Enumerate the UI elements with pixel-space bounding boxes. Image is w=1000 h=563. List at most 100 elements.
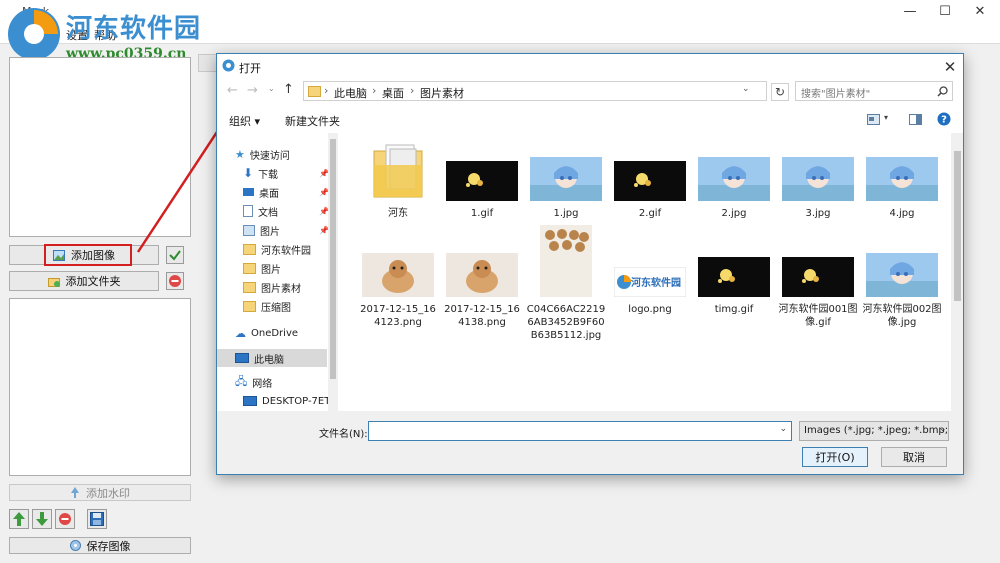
nav-item-pictures-folder[interactable]: 图片 <box>243 259 281 277</box>
add-folder-label: 添加文件夹 <box>65 275 121 288</box>
watermark-list-panel[interactable] <box>9 298 191 476</box>
open-button[interactable]: 打开(O) <box>802 447 868 467</box>
nav-this-pc[interactable]: 此电脑 <box>217 349 327 367</box>
toolbar-tool-button[interactable] <box>198 54 218 72</box>
nav-item-image-material[interactable]: 图片素材 <box>243 278 301 296</box>
file-name-label: 2017-12-15_164138.png <box>444 304 520 328</box>
new-folder-button[interactable]: 新建文件夹 <box>285 113 340 129</box>
file-name-label: 河东 <box>388 208 408 219</box>
move-up-button[interactable] <box>9 509 29 529</box>
address-dropdown-icon[interactable]: ⌄ <box>742 84 750 94</box>
file-tile[interactable]: timg.gif <box>694 227 774 316</box>
image-thumbnail <box>526 139 606 201</box>
pictures-icon <box>243 224 255 236</box>
minus-circle-icon <box>169 275 181 287</box>
nav-item-pictures[interactable]: 图片 📌 <box>243 221 329 239</box>
save-image-button[interactable]: 保存图像 <box>9 537 191 554</box>
breadcrumb-sep-icon: › <box>410 84 415 97</box>
organize-menu[interactable]: 组织 ▾ <box>229 113 260 129</box>
cloud-icon: ☁ <box>235 326 246 340</box>
search-input[interactable]: 搜索"图片素材" <box>795 81 953 101</box>
arrow-up-icon <box>13 512 25 526</box>
file-tile[interactable]: 2.jpg <box>694 139 774 220</box>
computer-icon <box>243 396 257 406</box>
search-placeholder: 搜索"图片素材" <box>801 89 871 100</box>
image-thumbnail <box>442 139 522 201</box>
file-tile[interactable]: 河东软件园 logo.png <box>610 227 690 316</box>
image-thumbnail <box>862 227 942 297</box>
file-name-label: 4.jpg <box>889 208 915 219</box>
file-tile[interactable]: 1.gif <box>442 139 522 220</box>
close-button[interactable]: ✕ <box>965 2 995 22</box>
annotation-highlight-box <box>44 244 132 266</box>
cancel-button[interactable]: 取消 <box>881 447 947 467</box>
file-tile[interactable]: 1.jpg <box>526 139 606 220</box>
recent-dropdown-icon[interactable]: ⌄ <box>268 84 275 93</box>
files-scrollbar[interactable] <box>951 133 963 411</box>
breadcrumb-sep-icon: › <box>372 84 377 97</box>
remove-button[interactable] <box>166 272 184 290</box>
nav-item-downloads[interactable]: ⬇ 下载 📌 <box>243 164 329 182</box>
file-tile[interactable]: 4.jpg <box>862 139 942 220</box>
computer-icon <box>235 353 249 363</box>
nav-scrollbar[interactable] <box>328 133 338 411</box>
address-bar[interactable]: › 此电脑 › 桌面 › 图片素材 ⌄ <box>303 81 767 101</box>
file-list-pane: 河东 1.gif 1.jpg 2.gif 2.jpg 3.jpg 4.jpg 2017-12-… <box>342 133 952 411</box>
nav-network[interactable]: 🖧 网络 <box>235 373 272 391</box>
move-down-button[interactable] <box>32 509 52 529</box>
nav-item-compressed[interactable]: 压缩图 <box>243 297 291 315</box>
add-folder-button[interactable]: 添加文件夹 <box>9 271 159 291</box>
dialog-close-button[interactable]: ✕ <box>939 56 961 78</box>
folder-icon <box>243 300 256 312</box>
breadcrumb-desktop[interactable]: 桌面 <box>382 85 404 101</box>
filetype-dropdown-icon[interactable]: ⌄ <box>939 424 947 434</box>
file-name-label: timg.gif <box>714 304 754 315</box>
star-icon: ★ <box>235 147 245 161</box>
dialog-title: 打开 <box>239 62 261 75</box>
file-tile[interactable]: 河东软件园001图像.gif <box>778 227 858 329</box>
filename-input[interactable]: ⌄ <box>368 421 792 441</box>
maximize-button[interactable]: ☐ <box>930 2 960 22</box>
image-thumbnail <box>862 139 942 201</box>
breadcrumb-image-material[interactable]: 图片素材 <box>420 85 464 101</box>
image-thumbnail <box>778 227 858 297</box>
file-tile[interactable]: 3.jpg <box>778 139 858 220</box>
help-icon[interactable]: ? <box>937 112 951 126</box>
file-tile[interactable]: 河东软件园002图像.jpg <box>862 227 942 329</box>
filename-label: 文件名(N): <box>319 429 368 440</box>
filename-dropdown-icon[interactable]: ⌄ <box>779 424 787 434</box>
file-name-label: 河东软件园002图像.jpg <box>862 304 942 328</box>
forward-arrow-icon[interactable]: → <box>247 83 258 98</box>
file-name-label: logo.png <box>628 304 672 315</box>
file-tile[interactable]: 2017-12-15_164138.png <box>442 227 522 329</box>
file-name-label: 2.jpg <box>721 208 747 219</box>
preview-pane-icon[interactable] <box>909 114 922 125</box>
minimize-button[interactable]: — <box>895 2 925 22</box>
back-arrow-icon[interactable]: ← <box>227 83 238 98</box>
refresh-icon[interactable]: ↻ <box>771 83 789 101</box>
nav-item-hedong[interactable]: 河东软件园 <box>243 240 311 258</box>
breadcrumb-this-pc[interactable]: 此电脑 <box>334 85 367 101</box>
file-tile[interactable]: 2.gif <box>610 139 690 220</box>
nav-desktop-pc[interactable]: DESKTOP-7ETC <box>243 392 337 410</box>
nav-item-desktop[interactable]: 桌面 📌 <box>243 183 329 201</box>
dialog-app-icon <box>222 59 235 72</box>
nav-onedrive[interactable]: ☁ OneDrive <box>235 324 298 342</box>
nav-quick-access[interactable]: ★ 快速访问 <box>235 145 290 163</box>
file-name-label: 2.gif <box>638 208 662 219</box>
view-mode-icon[interactable] <box>867 114 880 125</box>
up-arrow-icon[interactable]: ↑ <box>283 82 294 97</box>
add-watermark-button[interactable]: 添加水印 <box>9 484 191 501</box>
file-tile[interactable]: C04C66AC22196AB3452B9F60B63B5112.jpg <box>526 225 606 342</box>
image-thumbnail <box>442 227 522 297</box>
file-tile[interactable]: 河东 <box>358 139 438 220</box>
delete-watermark-button[interactable] <box>55 509 75 529</box>
minus-circle-icon <box>59 513 71 525</box>
nav-item-documents[interactable]: 文档 📌 <box>243 202 329 220</box>
save-settings-button[interactable] <box>87 509 107 529</box>
document-icon <box>243 205 253 217</box>
view-dropdown-icon[interactable]: ▾ <box>884 113 888 122</box>
file-tile[interactable]: 2017-12-15_164123.png <box>358 227 438 329</box>
open-file-dialog: 打开 ✕ ← → ⌄ ↑ › 此电脑 › 桌面 › 图片素材 ⌄ ↻ 搜索"图片… <box>216 53 964 475</box>
filetype-select[interactable]: Images (*.jpg; *.jpeg; *.bmp; <box>799 421 949 441</box>
